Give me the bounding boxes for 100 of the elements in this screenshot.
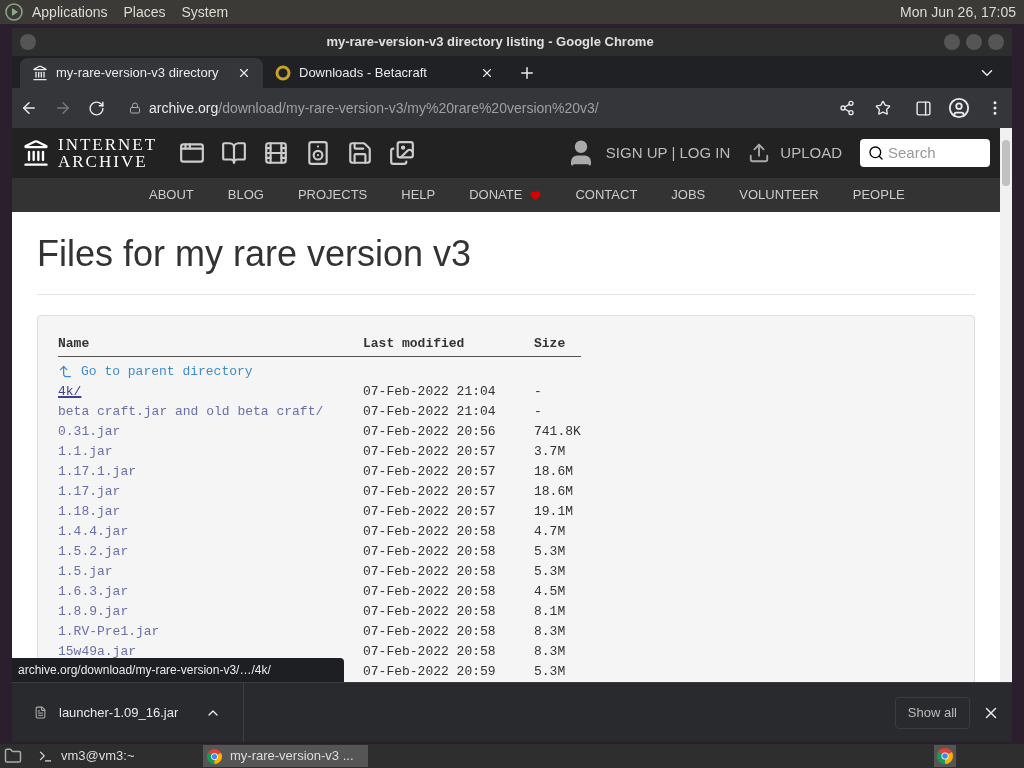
show-desktop-icon[interactable] <box>4 747 22 765</box>
panel-menu[interactable]: Applications <box>32 1 108 23</box>
nav-link[interactable]: ABOUT <box>149 185 194 205</box>
modified-cell-text: 07-Feb-2022 20:58 <box>363 542 497 561</box>
file-link[interactable]: 1.5.jar <box>58 563 113 579</box>
heart-icon <box>530 189 542 201</box>
browser-logo-icon <box>937 748 953 764</box>
nav-link[interactable]: PEOPLE <box>852 185 905 205</box>
nav-link[interactable]: BLOG <box>227 185 264 205</box>
lock-icon[interactable] <box>129 102 141 114</box>
sign-up-log-in-link[interactable]: SIGN UP | LOG IN <box>605 141 731 165</box>
panel-menu[interactable]: Places <box>123 1 166 23</box>
size-cell-text: 19.1M <box>534 502 573 521</box>
download-item[interactable]: launcher-1.09_16.jar <box>12 683 244 742</box>
file-link[interactable]: 1.8.9.jar <box>58 603 129 619</box>
modified-cell-text: 07-Feb-2022 20:58 <box>363 582 497 601</box>
web-icon[interactable] <box>179 140 206 166</box>
back-icon[interactable] <box>20 99 38 117</box>
archive-logo-text[interactable]: INTERNET ARCHIVE <box>58 136 158 170</box>
size-cell-text: 4.5M <box>534 582 566 601</box>
modified-cell-text: 07-Feb-2022 20:58 <box>363 602 497 621</box>
file-link[interactable]: 15w49a.jar <box>58 643 136 659</box>
bookmark-star-icon[interactable] <box>875 100 891 116</box>
size-cell-text: 5.3M <box>534 662 566 681</box>
status-bubble: archive.org/download/my-rare-version-v3/…/4k/ <box>12 658 344 682</box>
file-link[interactable]: 1.5.2.jar <box>58 543 129 559</box>
modified-cell-text: 07-Feb-2022 20:58 <box>363 562 497 581</box>
size-cell-text: 18.6M <box>534 462 573 481</box>
tab-title: my-rare-version-v3 directory <box>56 64 220 83</box>
size-cell-text: 8.3M <box>534 622 566 641</box>
modified-cell-text: 07-Feb-2022 20:57 <box>363 462 497 481</box>
images-icon[interactable] <box>389 140 416 166</box>
file-link[interactable]: 1.4.4.jar <box>58 523 129 539</box>
modified-cell-text: 07-Feb-2022 20:58 <box>363 522 497 541</box>
modified-cell-text: 07-Feb-2022 20:57 <box>363 442 497 461</box>
size-cell-text: - <box>534 402 542 421</box>
size-cell-text: 5.3M <box>534 542 566 561</box>
nav-link[interactable]: VOLUNTEER <box>739 185 819 205</box>
modified-cell-text: 07-Feb-2022 21:04 <box>363 402 497 421</box>
file-link[interactable]: 1.17.jar <box>58 483 121 499</box>
browser-tab[interactable]: my-rare-version-v3 directory <box>20 58 263 88</box>
film-icon[interactable] <box>263 140 290 166</box>
close-tab-icon[interactable] <box>237 66 251 80</box>
museum-icon <box>32 65 48 81</box>
column-header: Size <box>534 335 566 353</box>
nav-link[interactable]: CONTACT <box>575 185 638 205</box>
terminal-icon <box>38 748 53 764</box>
modified-cell-text: 07-Feb-2022 20:56 <box>363 422 497 441</box>
parent-directory-icon <box>58 364 73 379</box>
panel-menu[interactable]: System <box>181 1 229 23</box>
size-cell-text: 4.7M <box>534 522 566 541</box>
panel-clock: Mon Jun 26, 17:05 <box>900 2 1016 22</box>
nav-link[interactable]: HELP <box>401 185 436 205</box>
app-menu-icon[interactable] <box>4 2 24 22</box>
browser-tab[interactable]: Downloads - Betacraft <box>263 58 506 88</box>
size-cell-text: 18.6M <box>534 482 573 501</box>
page-title: Files for my rare version v3 <box>37 232 473 276</box>
taskbar-item[interactable]: my-rare-version-v3 ... <box>203 745 368 767</box>
size-cell-text: 8.3M <box>534 642 566 661</box>
size-cell-text: 8.1M <box>534 602 566 621</box>
column-header: Last modified <box>363 335 466 353</box>
search-icon <box>868 145 884 161</box>
size-cell-text: 741.8K <box>534 422 581 441</box>
forward-icon[interactable] <box>54 99 72 117</box>
file-link[interactable]: 1.18.jar <box>58 503 121 519</box>
modified-cell-text: 07-Feb-2022 20:58 <box>363 622 497 641</box>
nav-link[interactable]: JOBS <box>671 185 706 205</box>
file-link[interactable]: 1.RV-Pre1.jar <box>58 623 160 639</box>
nav-link[interactable]: PROJECTS <box>297 185 368 205</box>
book-icon[interactable] <box>221 140 248 166</box>
share-icon[interactable] <box>839 100 855 116</box>
size-cell-text: - <box>534 382 542 401</box>
modified-cell-text: 07-Feb-2022 20:58 <box>363 642 497 661</box>
reload-icon[interactable] <box>88 99 105 117</box>
side-panel-icon[interactable] <box>915 99 932 117</box>
file-link[interactable]: 1.1.jar <box>58 443 113 459</box>
scrollbar[interactable] <box>1000 128 1012 682</box>
tray-browser[interactable] <box>934 745 956 767</box>
size-cell-text: 5.3M <box>534 562 566 581</box>
file-link[interactable]: 1.6.3.jar <box>58 583 129 599</box>
show-all-button[interactable]: Show all <box>894 696 970 729</box>
tab-title: Downloads - Betacraft <box>299 64 428 83</box>
file-link[interactable]: 1.17.1.jar <box>58 463 136 479</box>
modified-cell-text: 07-Feb-2022 20:57 <box>363 482 497 501</box>
close-tab-icon[interactable] <box>480 66 494 80</box>
file-icon <box>34 706 47 719</box>
archive-logo-icon[interactable] <box>22 138 50 168</box>
file-link[interactable]: 4k/ <box>58 383 82 399</box>
new-tab-icon[interactable] <box>518 64 536 82</box>
size-cell-text: 3.7M <box>534 442 566 461</box>
upload-link[interactable]: UPLOAD <box>780 141 842 165</box>
file-link[interactable]: beta craft.jar and old beta craft/ <box>58 403 324 419</box>
column-header: Name <box>58 335 91 353</box>
taskbar-item[interactable]: vm3@vm3:~ <box>34 745 199 767</box>
nav-link[interactable]: DONATE <box>469 185 523 205</box>
profile-icon[interactable] <box>948 97 970 119</box>
modified-cell-text: 07-Feb-2022 20:57 <box>363 502 497 521</box>
upload-icon[interactable] <box>748 142 771 164</box>
file-link[interactable]: 0.31.jar <box>58 423 121 439</box>
browser-logo-icon <box>207 748 222 764</box>
